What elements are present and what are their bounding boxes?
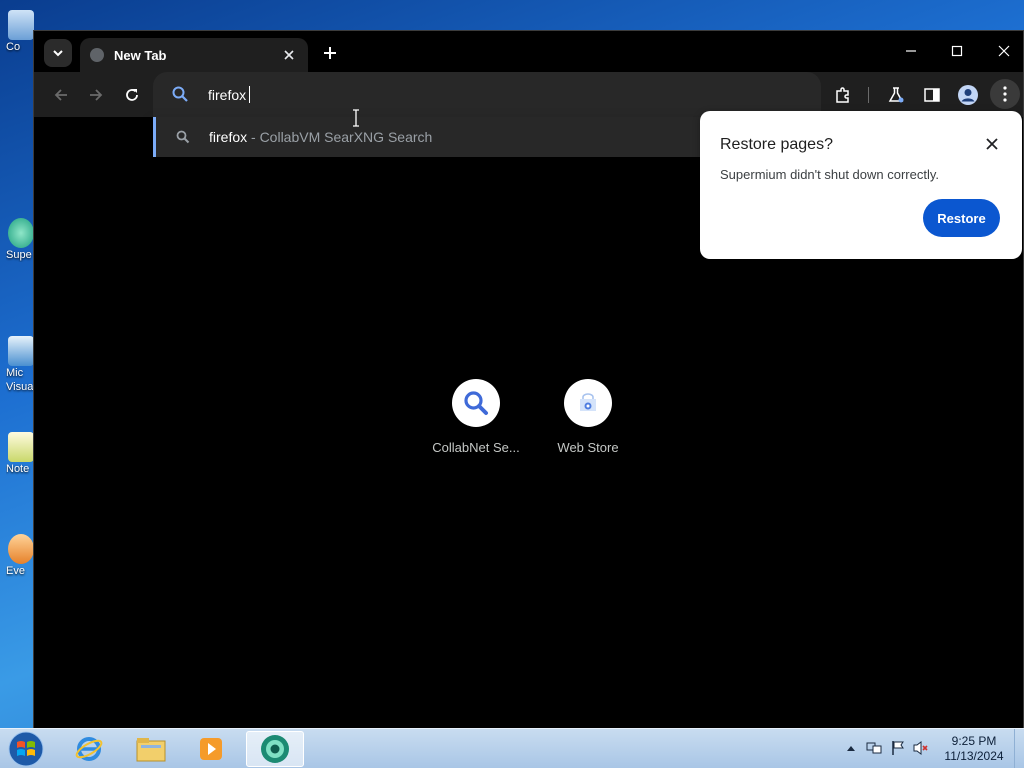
flag-icon [892,741,904,755]
media-player-icon [200,738,222,760]
taskbar-media-player[interactable] [182,731,240,767]
desktop-icon-label: Eve [6,565,25,577]
puzzle-icon [836,87,849,103]
file-explorer-icon [136,738,166,762]
desktop-icon-label: Co [6,41,21,53]
tab-close-button[interactable] [280,46,298,64]
tab-new-tab[interactable]: New Tab [80,38,308,72]
bubble-close-button[interactable] [982,134,1002,154]
visual-studio-icon [8,336,34,366]
forward-button[interactable] [83,82,109,108]
globe-icon [90,48,104,62]
supermium-icon [261,735,289,763]
toolbar-divider [868,87,869,103]
address-input-value: firefox [208,87,247,103]
close-window-button[interactable] [989,39,1019,63]
plus-icon [324,47,336,59]
restore-button[interactable]: Restore [923,199,1000,237]
chevron-down-icon [53,50,63,57]
network-icon [866,742,882,754]
suggestion-description: - CollabVM SearXNG Search [247,129,433,145]
text-cursor-icon [353,109,359,127]
tab-search-button[interactable] [44,39,72,67]
side-panel-button[interactable] [920,83,944,107]
reload-button[interactable] [119,82,145,108]
computer-icon [8,10,34,40]
tab-title: New Tab [114,47,167,63]
taskbar-file-explorer[interactable] [122,731,180,767]
address-input[interactable]: firefox [208,86,251,103]
desktop-icon-notepad[interactable]: Note [6,432,36,476]
search-icon [172,86,188,102]
show-desktop-button[interactable] [1014,729,1024,768]
shortcut-icon-circle [452,379,500,427]
clock-time: 9:25 PM [951,734,997,748]
reload-icon [126,89,138,101]
tray-network[interactable] [866,739,882,757]
arrow-right-icon [90,89,103,101]
desktop-icon-visual-studio[interactable]: Mic Visua [6,336,36,394]
taskbar-supermium[interactable] [246,731,304,767]
web-store-icon [580,393,596,411]
shortcut-web-store[interactable]: Web Store [532,379,644,455]
browser-menu-button[interactable] [990,79,1020,109]
desktop-icon-label: Note [6,463,30,475]
back-button[interactable] [48,82,74,108]
desktop-icon-supermium[interactable]: Supe [6,218,36,262]
start-button[interactable] [6,730,46,768]
bubble-title: Restore pages? [720,136,833,153]
arrow-left-icon [54,89,67,101]
search-icon [464,391,488,415]
desktop-icon-label: Mic Visua [6,367,34,393]
maximize-button[interactable] [942,39,972,63]
maximize-icon [951,45,963,57]
text-caret [249,86,251,103]
desktop-icon-computer[interactable]: Co [6,10,36,54]
close-icon [998,45,1010,57]
browser-window: New Tab firefox CollabNet Se... Web Stor… [33,30,1024,730]
minimize-icon [906,50,916,52]
minimize-button[interactable] [896,39,926,63]
tray-action-center[interactable] [890,739,906,757]
desktop-icon-label: Supe [6,249,32,261]
shortcut-icon-circle [564,379,612,427]
suggestion-query: firefox [209,129,248,145]
notepad-icon [8,432,34,462]
show-hidden-icons-button[interactable] [843,739,859,757]
clock-date: 11/13/2024 [944,749,1004,763]
bubble-message: Supermium didn't shut down correctly. [720,167,940,182]
restore-pages-bubble: Restore pages? Supermium didn't shut dow… [700,111,1022,259]
supermium-icon [8,218,34,248]
taskbar-clock[interactable]: 9:25 PM 11/13/2024 [936,734,1012,764]
shortcut-collabnet-search[interactable]: CollabNet Se... [420,379,532,455]
desktop-icon-everything[interactable]: Eve [6,534,36,578]
avatar-icon [958,85,978,105]
internet-explorer-icon [75,737,103,761]
more-vertical-icon [1003,86,1007,102]
labs-button[interactable] [884,83,908,107]
profile-button[interactable] [956,83,980,107]
flask-icon [888,87,904,103]
taskbar-internet-explorer[interactable] [60,731,118,767]
shortcut-label: CollabNet Se... [432,440,520,455]
everything-icon [8,534,34,564]
windows-logo-icon [8,731,44,767]
suggestion-text: firefox - CollabVM SearXNG Search [209,129,432,145]
close-icon [284,50,294,60]
chevron-up-icon [847,746,855,751]
side-panel-icon [924,88,940,102]
search-icon [176,130,190,144]
tray-volume[interactable] [913,739,929,757]
extensions-button[interactable] [831,83,855,107]
shortcut-label: Web Store [557,440,619,455]
volume-muted-icon [913,741,928,755]
new-tab-button[interactable] [318,41,342,65]
close-icon [986,138,998,150]
tab-strip: New Tab [34,31,1023,72]
taskbar: 9:25 PM 11/13/2024 [0,728,1024,768]
